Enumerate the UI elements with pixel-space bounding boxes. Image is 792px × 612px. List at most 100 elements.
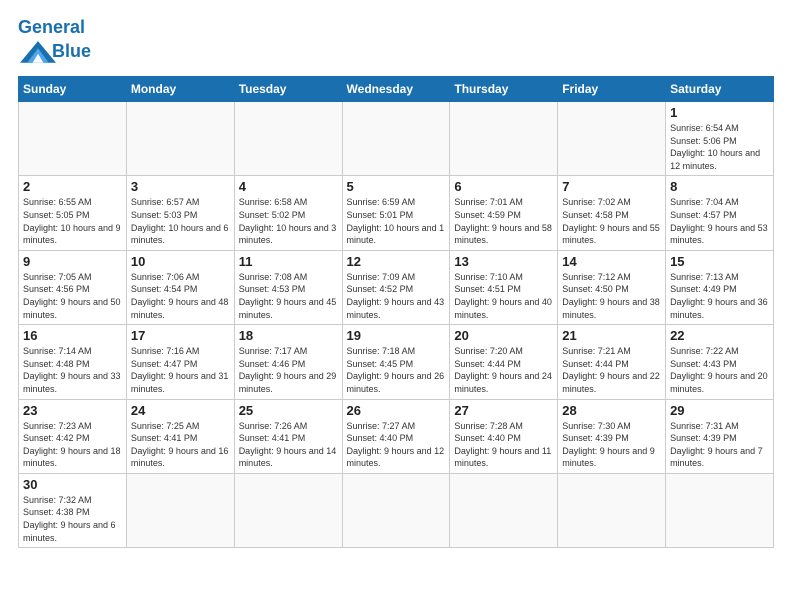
day-header-saturday: Saturday — [666, 77, 774, 102]
day-info: Sunrise: 7:10 AM Sunset: 4:51 PM Dayligh… — [454, 271, 553, 321]
calendar-cell: 2Sunrise: 6:55 AM Sunset: 5:05 PM Daylig… — [19, 176, 127, 250]
day-info: Sunrise: 7:20 AM Sunset: 4:44 PM Dayligh… — [454, 345, 553, 395]
calendar-cell: 29 Sunrise: 7:31 AM Sunset: 4:39 PM Dayli… — [666, 399, 774, 473]
day-header-friday: Friday — [558, 77, 666, 102]
calendar-cell — [19, 102, 127, 176]
day-info: Sunrise: 6:57 AM Sunset: 5:03 PM Dayligh… — [131, 196, 230, 246]
calendar-cell: 28 Sunrise: 7:30 AM Sunset: 4:39 PM Dayli… — [558, 399, 666, 473]
day-info: Sunrise: 7:06 AM Sunset: 4:54 PM Dayligh… — [131, 271, 230, 321]
day-number: 25 — [239, 403, 338, 418]
day-info: Sunrise: 7:30 AM Sunset: 4:39 PM Dayligh… — [562, 420, 661, 470]
day-info: Sunrise: 7:09 AM Sunset: 4:52 PM Dayligh… — [347, 271, 446, 321]
calendar-cell: 11 Sunrise: 7:08 AM Sunset: 4:53 PM Dayli… — [234, 250, 342, 324]
days-header-row: SundayMondayTuesdayWednesdayThursdayFrid… — [19, 77, 774, 102]
day-number: 29 — [670, 403, 769, 418]
day-info: Sunrise: 7:32 AM Sunset: 4:38 PM Dayligh… — [23, 494, 122, 544]
day-number: 28 — [562, 403, 661, 418]
day-info: Sunrise: 7:16 AM Sunset: 4:47 PM Dayligh… — [131, 345, 230, 395]
calendar-cell: 16 Sunrise: 7:14 AM Sunset: 4:48 PM Dayli… — [19, 325, 127, 399]
logo-blue: Blue — [52, 41, 91, 62]
day-info: Sunrise: 7:27 AM Sunset: 4:40 PM Dayligh… — [347, 420, 446, 470]
calendar-cell: 10 Sunrise: 7:06 AM Sunset: 4:54 PM Dayli… — [126, 250, 234, 324]
day-number: 14 — [562, 254, 661, 269]
day-info: Sunrise: 6:54 AM Sunset: 5:06 PM Dayligh… — [670, 122, 769, 172]
calendar-cell: 7Sunrise: 7:02 AM Sunset: 4:58 PM Daylig… — [558, 176, 666, 250]
day-number: 4 — [239, 179, 338, 194]
calendar-cell — [342, 102, 450, 176]
calendar-cell: 26 Sunrise: 7:27 AM Sunset: 4:40 PM Dayli… — [342, 399, 450, 473]
calendar-cell: 3Sunrise: 6:57 AM Sunset: 5:03 PM Daylig… — [126, 176, 234, 250]
calendar-cell: 8Sunrise: 7:04 AM Sunset: 4:57 PM Daylig… — [666, 176, 774, 250]
calendar-cell — [558, 473, 666, 547]
calendar-cell: 6 Sunrise: 7:01 AM Sunset: 4:59 PM Daylig… — [450, 176, 558, 250]
day-number: 9 — [23, 254, 122, 269]
logo-icon — [20, 36, 56, 66]
calendar-cell: 18 Sunrise: 7:17 AM Sunset: 4:46 PM Dayli… — [234, 325, 342, 399]
calendar-cell: 4 Sunrise: 6:58 AM Sunset: 5:02 PM Daylig… — [234, 176, 342, 250]
day-number: 15 — [670, 254, 769, 269]
day-info: Sunrise: 7:14 AM Sunset: 4:48 PM Dayligh… — [23, 345, 122, 395]
day-info: Sunrise: 7:31 AM Sunset: 4:39 PM Dayligh… — [670, 420, 769, 470]
logo-text: General — [18, 18, 91, 36]
day-number: 30 — [23, 477, 122, 492]
day-number: 12 — [347, 254, 446, 269]
calendar-cell: 19Sunrise: 7:18 AM Sunset: 4:45 PM Dayli… — [342, 325, 450, 399]
day-info: Sunrise: 7:25 AM Sunset: 4:41 PM Dayligh… — [131, 420, 230, 470]
calendar-cell — [126, 102, 234, 176]
week-row-1: 1 Sunrise: 6:54 AM Sunset: 5:06 PM Daylig… — [19, 102, 774, 176]
day-info: Sunrise: 7:13 AM Sunset: 4:49 PM Dayligh… — [670, 271, 769, 321]
calendar-cell: 17Sunrise: 7:16 AM Sunset: 4:47 PM Dayli… — [126, 325, 234, 399]
day-number: 26 — [347, 403, 446, 418]
day-info: Sunrise: 7:21 AM Sunset: 4:44 PM Dayligh… — [562, 345, 661, 395]
day-info: Sunrise: 7:12 AM Sunset: 4:50 PM Dayligh… — [562, 271, 661, 321]
page: General Blue SundayMondayTuesdayWednesda… — [0, 0, 792, 612]
day-number: 24 — [131, 403, 230, 418]
calendar-cell: 12 Sunrise: 7:09 AM Sunset: 4:52 PM Dayli… — [342, 250, 450, 324]
day-header-sunday: Sunday — [19, 77, 127, 102]
day-info: Sunrise: 7:23 AM Sunset: 4:42 PM Dayligh… — [23, 420, 122, 470]
calendar-cell: 13 Sunrise: 7:10 AM Sunset: 4:51 PM Dayli… — [450, 250, 558, 324]
calendar-cell — [450, 473, 558, 547]
day-number: 18 — [239, 328, 338, 343]
calendar-cell: 22 Sunrise: 7:22 AM Sunset: 4:43 PM Dayli… — [666, 325, 774, 399]
day-info: Sunrise: 7:26 AM Sunset: 4:41 PM Dayligh… — [239, 420, 338, 470]
week-row-2: 2Sunrise: 6:55 AM Sunset: 5:05 PM Daylig… — [19, 176, 774, 250]
calendar-cell: 30 Sunrise: 7:32 AM Sunset: 4:38 PM Dayli… — [19, 473, 127, 547]
day-info: Sunrise: 7:28 AM Sunset: 4:40 PM Dayligh… — [454, 420, 553, 470]
day-number: 5 — [347, 179, 446, 194]
day-number: 20 — [454, 328, 553, 343]
day-number: 23 — [23, 403, 122, 418]
day-number: 27 — [454, 403, 553, 418]
calendar-cell: 27 Sunrise: 7:28 AM Sunset: 4:40 PM Dayli… — [450, 399, 558, 473]
day-number: 6 — [454, 179, 553, 194]
calendar-cell: 14 Sunrise: 7:12 AM Sunset: 4:50 PM Dayli… — [558, 250, 666, 324]
day-info: Sunrise: 7:22 AM Sunset: 4:43 PM Dayligh… — [670, 345, 769, 395]
logo-general: General — [18, 17, 85, 37]
day-info: Sunrise: 6:58 AM Sunset: 5:02 PM Dayligh… — [239, 196, 338, 246]
logo: General Blue — [18, 18, 91, 66]
day-number: 8 — [670, 179, 769, 194]
day-info: Sunrise: 7:05 AM Sunset: 4:56 PM Dayligh… — [23, 271, 122, 321]
day-number: 13 — [454, 254, 553, 269]
week-row-6: 30 Sunrise: 7:32 AM Sunset: 4:38 PM Dayli… — [19, 473, 774, 547]
day-number: 10 — [131, 254, 230, 269]
calendar-cell — [666, 473, 774, 547]
day-info: Sunrise: 7:08 AM Sunset: 4:53 PM Dayligh… — [239, 271, 338, 321]
day-number: 1 — [670, 105, 769, 120]
day-info: Sunrise: 7:18 AM Sunset: 4:45 PM Dayligh… — [347, 345, 446, 395]
day-info: Sunrise: 7:01 AM Sunset: 4:59 PM Dayligh… — [454, 196, 553, 246]
calendar-cell — [558, 102, 666, 176]
day-header-tuesday: Tuesday — [234, 77, 342, 102]
day-number: 11 — [239, 254, 338, 269]
calendar-cell: 15 Sunrise: 7:13 AM Sunset: 4:49 PM Dayli… — [666, 250, 774, 324]
day-info: Sunrise: 7:17 AM Sunset: 4:46 PM Dayligh… — [239, 345, 338, 395]
calendar-cell — [234, 102, 342, 176]
day-number: 16 — [23, 328, 122, 343]
calendar-cell: 25 Sunrise: 7:26 AM Sunset: 4:41 PM Dayli… — [234, 399, 342, 473]
calendar-cell: 23 Sunrise: 7:23 AM Sunset: 4:42 PM Dayli… — [19, 399, 127, 473]
calendar-cell: 24 Sunrise: 7:25 AM Sunset: 4:41 PM Dayli… — [126, 399, 234, 473]
calendar-cell — [450, 102, 558, 176]
day-header-wednesday: Wednesday — [342, 77, 450, 102]
header: General Blue — [18, 18, 774, 66]
day-number: 22 — [670, 328, 769, 343]
